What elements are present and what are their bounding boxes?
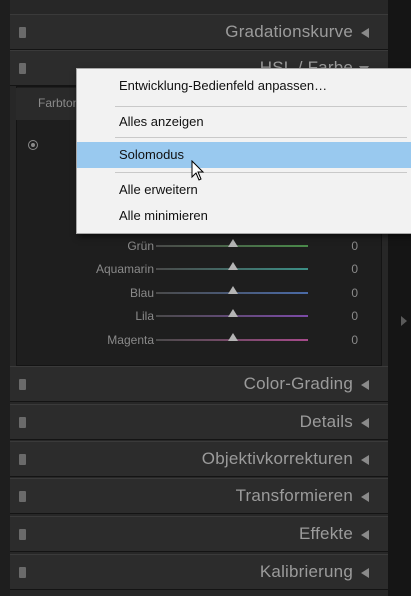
- panel-header-details[interactable]: Details: [10, 404, 388, 440]
- menu-item-customize-panel[interactable]: Entwicklung-Bedienfeld anpassen…: [77, 73, 411, 99]
- slider-row-blue: Blau 0: [16, 283, 382, 303]
- slider-value: 0: [351, 286, 358, 300]
- slider-row-purple: Lila 0: [16, 306, 382, 326]
- menu-separator: [115, 137, 407, 138]
- menu-item-solo-mode[interactable]: Solomodus: [77, 142, 411, 168]
- collapse-triangle-icon: [361, 380, 369, 390]
- panel-title: Details: [299, 412, 353, 431]
- slider-value: 0: [351, 333, 358, 347]
- target-adjustment-icon[interactable]: [28, 140, 38, 150]
- collapse-triangle-icon: [361, 418, 369, 428]
- menu-separator: [115, 106, 407, 107]
- panel-header-effects[interactable]: Effekte: [10, 516, 388, 552]
- panel-header-transform[interactable]: Transformieren: [10, 478, 388, 514]
- slider-value: 0: [351, 262, 358, 276]
- panel-title: Effekte: [298, 524, 353, 543]
- slider-row-green: Grün 0: [16, 236, 382, 256]
- tab-hue[interactable]: Farbton: [38, 96, 79, 110]
- menu-item-expand-all[interactable]: Alle erweitern: [77, 177, 411, 203]
- panel-toggle-switch-icon[interactable]: [19, 529, 26, 540]
- slider-thumb[interactable]: [228, 333, 238, 341]
- panel-header-tone-curve[interactable]: Gradationskurve: [10, 14, 388, 50]
- slider-label: Blau: [129, 286, 154, 300]
- slider-thumb[interactable]: [228, 286, 238, 294]
- panel-title: Transformieren: [235, 486, 353, 505]
- panel-toggle-switch-icon[interactable]: [19, 567, 26, 578]
- panel-header-color-grading[interactable]: Color-Grading: [10, 366, 388, 402]
- menu-separator: [115, 172, 407, 173]
- slider-label: Lila: [135, 309, 154, 323]
- panel-context-menu: Entwicklung-Bedienfeld anpassen… Alles a…: [76, 68, 411, 234]
- panel-toggle-switch-icon[interactable]: [19, 454, 26, 465]
- panel-toggle-switch-icon[interactable]: [19, 417, 26, 428]
- slider-label: Magenta: [107, 333, 154, 347]
- slider-row-magenta: Magenta 0: [16, 330, 382, 350]
- slider-thumb[interactable]: [228, 262, 238, 270]
- panel-toggle-switch-icon[interactable]: [19, 379, 26, 390]
- panel-header-calibration[interactable]: Kalibrierung: [10, 554, 388, 590]
- menu-item-show-all[interactable]: Alles anzeigen: [77, 109, 411, 135]
- collapse-triangle-icon: [361, 568, 369, 578]
- panel-title: Color-Grading: [243, 374, 353, 393]
- panel-title: Kalibrierung: [259, 562, 353, 581]
- panel-toggle-switch-icon[interactable]: [19, 63, 26, 74]
- panel-toggle-switch-icon[interactable]: [19, 27, 26, 38]
- panel-toggle-switch-icon[interactable]: [19, 491, 26, 502]
- panel-collapse-arrow-icon[interactable]: [401, 316, 407, 326]
- slider-thumb[interactable]: [228, 239, 238, 247]
- collapse-triangle-icon: [361, 455, 369, 465]
- slider-label: Grün: [127, 239, 154, 253]
- panel-title: Objektivkorrekturen: [201, 449, 353, 468]
- collapse-triangle-icon: [361, 530, 369, 540]
- slider-row-aqua: Aquamarin 0: [16, 259, 382, 279]
- menu-item-collapse-all[interactable]: Alle minimieren: [77, 203, 411, 229]
- slider-value: 0: [351, 239, 358, 253]
- slider-label: Aquamarin: [95, 262, 154, 276]
- collapse-triangle-icon: [361, 492, 369, 502]
- panel-header-lens-corrections[interactable]: Objektivkorrekturen: [10, 441, 388, 477]
- panel-title: Gradationskurve: [225, 22, 353, 41]
- collapse-triangle-icon: [361, 28, 369, 38]
- slider-thumb[interactable]: [228, 309, 238, 317]
- slider-value: 0: [351, 309, 358, 323]
- mouse-pointer-icon: [191, 160, 205, 181]
